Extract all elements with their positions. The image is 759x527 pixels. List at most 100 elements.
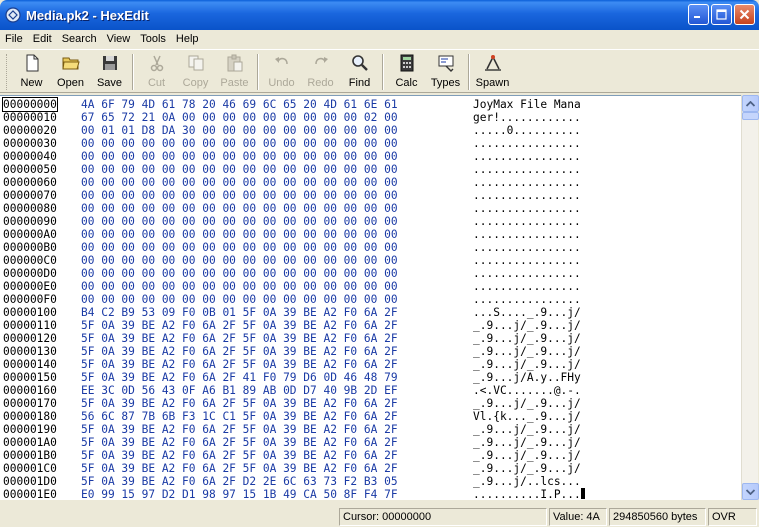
- hex-row[interactable]: 000001B0 5F 0A 39 BE A2 F0 6A 2F 5F 0A 39…: [0, 449, 741, 462]
- hex-row[interactable]: 00000040 00 00 00 00 00 00 00 00 00 00 00…: [0, 150, 741, 163]
- hex-row-bytes[interactable]: 00 00 00 00 00 00 00 00 00 00 00 00 00 0…: [81, 254, 398, 267]
- hex-row-ascii[interactable]: ................: [473, 241, 581, 254]
- hex-row[interactable]: 000000A0 00 00 00 00 00 00 00 00 00 00 00…: [0, 228, 741, 241]
- hex-row-ascii[interactable]: ................: [473, 202, 581, 215]
- hex-row-ascii[interactable]: .<.VC.......@.-.: [473, 384, 581, 397]
- hex-view[interactable]: 00000000 4A 6F 79 4D 61 78 20 46 69 6C 65…: [0, 95, 741, 500]
- hex-row[interactable]: 00000170 5F 0A 39 BE A2 F0 6A 2F 5F 0A 39…: [0, 397, 741, 410]
- hex-row[interactable]: 00000190 5F 0A 39 BE A2 F0 6A 2F 5F 0A 39…: [0, 423, 741, 436]
- hex-row-bytes[interactable]: E0 99 15 97 D2 D1 98 97 15 1B 49 CA 50 8…: [81, 488, 398, 500]
- hex-row-bytes[interactable]: 5F 0A 39 BE A2 F0 6A 2F 41 F0 79 D6 0D 4…: [81, 371, 398, 384]
- hex-row-bytes[interactable]: 5F 0A 39 BE A2 F0 6A 2F 5F 0A 39 BE A2 F…: [81, 397, 398, 410]
- cut-button[interactable]: Cut: [137, 50, 176, 92]
- hex-row-bytes[interactable]: 5F 0A 39 BE A2 F0 6A 2F 5F 0A 39 BE A2 F…: [81, 436, 398, 449]
- hex-row[interactable]: 000000F0 00 00 00 00 00 00 00 00 00 00 00…: [0, 293, 741, 306]
- hex-row-bytes[interactable]: 5F 0A 39 BE A2 F0 6A 2F D2 2E 6C 63 73 F…: [81, 475, 398, 488]
- save-button[interactable]: Save: [90, 50, 129, 92]
- hex-row-ascii[interactable]: ................: [473, 137, 581, 150]
- hex-row[interactable]: 000000B0 00 00 00 00 00 00 00 00 00 00 00…: [0, 241, 741, 254]
- hex-row[interactable]: 000001E0 E0 99 15 97 D2 D1 98 97 15 1B 49…: [0, 488, 741, 500]
- spawn-button[interactable]: Spawn: [473, 50, 512, 92]
- copy-button[interactable]: Copy: [176, 50, 215, 92]
- hex-row-ascii[interactable]: _.9...j/_.9...j/: [473, 462, 581, 475]
- hex-row-bytes[interactable]: 00 00 00 00 00 00 00 00 00 00 00 00 00 0…: [81, 176, 398, 189]
- hex-row-bytes[interactable]: 5F 0A 39 BE A2 F0 6A 2F 5F 0A 39 BE A2 F…: [81, 332, 398, 345]
- hex-row-bytes[interactable]: B4 C2 B9 53 09 F0 0B 01 5F 0A 39 BE A2 F…: [81, 306, 398, 319]
- hex-row-bytes[interactable]: 00 00 00 00 00 00 00 00 00 00 00 00 00 0…: [81, 241, 398, 254]
- hex-row[interactable]: 00000070 00 00 00 00 00 00 00 00 00 00 00…: [0, 189, 741, 202]
- open-button[interactable]: Open: [51, 50, 90, 92]
- minimize-button[interactable]: [688, 4, 709, 25]
- hex-row-ascii[interactable]: ..........I.P...: [473, 488, 585, 500]
- hex-row[interactable]: 00000050 00 00 00 00 00 00 00 00 00 00 00…: [0, 163, 741, 176]
- menu-file[interactable]: File: [0, 30, 28, 48]
- hex-row[interactable]: 000001A0 5F 0A 39 BE A2 F0 6A 2F 5F 0A 39…: [0, 436, 741, 449]
- hex-row[interactable]: 00000140 5F 0A 39 BE A2 F0 6A 2F 5F 0A 39…: [0, 358, 741, 371]
- hex-row-ascii[interactable]: ................: [473, 215, 581, 228]
- undo-button[interactable]: Undo: [262, 50, 301, 92]
- hex-row[interactable]: 000000D0 00 00 00 00 00 00 00 00 00 00 00…: [0, 267, 741, 280]
- hex-row-ascii[interactable]: Vl.{k..._.9...j/: [473, 410, 581, 423]
- hex-row[interactable]: 00000100 B4 C2 B9 53 09 F0 0B 01 5F 0A 39…: [0, 306, 741, 319]
- hex-row-ascii[interactable]: ...S...._.9...j/: [473, 306, 581, 319]
- hex-row[interactable]: 000001D0 5F 0A 39 BE A2 F0 6A 2F D2 2E 6C…: [0, 475, 741, 488]
- hex-row-bytes[interactable]: 5F 0A 39 BE A2 F0 6A 2F 5F 0A 39 BE A2 F…: [81, 462, 398, 475]
- new-button[interactable]: New: [12, 50, 51, 92]
- hex-row-ascii[interactable]: _.9...j/_.9...j/: [473, 423, 581, 436]
- hex-row[interactable]: 00000090 00 00 00 00 00 00 00 00 00 00 00…: [0, 215, 741, 228]
- hex-row-ascii[interactable]: _.9...j/_.9...j/: [473, 332, 581, 345]
- menu-edit[interactable]: Edit: [28, 30, 57, 48]
- hex-row[interactable]: 00000080 00 00 00 00 00 00 00 00 00 00 00…: [0, 202, 741, 215]
- hex-row-ascii[interactable]: _.9...j/A.y..FHy: [473, 371, 581, 384]
- hex-row-bytes[interactable]: 5F 0A 39 BE A2 F0 6A 2F 5F 0A 39 BE A2 F…: [81, 423, 398, 436]
- hex-row-bytes[interactable]: 00 01 01 D8 DA 30 00 00 00 00 00 00 00 0…: [81, 124, 398, 137]
- hex-row-ascii[interactable]: _.9...j/_.9...j/: [473, 358, 581, 371]
- hex-row[interactable]: 00000030 00 00 00 00 00 00 00 00 00 00 00…: [0, 137, 741, 150]
- scroll-down-button[interactable]: [742, 483, 759, 500]
- hex-row-bytes[interactable]: 00 00 00 00 00 00 00 00 00 00 00 00 00 0…: [81, 267, 398, 280]
- hex-row-ascii[interactable]: _.9...j/..lcs...: [473, 475, 581, 488]
- hex-row-bytes[interactable]: 00 00 00 00 00 00 00 00 00 00 00 00 00 0…: [81, 163, 398, 176]
- hex-row-ascii[interactable]: ger!............: [473, 111, 581, 124]
- vertical-scrollbar[interactable]: [741, 95, 759, 500]
- hex-row[interactable]: 000001C0 5F 0A 39 BE A2 F0 6A 2F 5F 0A 39…: [0, 462, 741, 475]
- hex-row-bytes[interactable]: 00 00 00 00 00 00 00 00 00 00 00 00 00 0…: [81, 202, 398, 215]
- scroll-thumb[interactable]: [742, 112, 759, 120]
- hex-row[interactable]: 00000150 5F 0A 39 BE A2 F0 6A 2F 41 F0 79…: [0, 371, 741, 384]
- paste-button[interactable]: Paste: [215, 50, 254, 92]
- hex-row-ascii[interactable]: ................: [473, 293, 581, 306]
- hex-row-ascii[interactable]: ................: [473, 150, 581, 163]
- hex-row-bytes[interactable]: 67 65 72 21 0A 00 00 00 00 00 00 00 00 0…: [81, 111, 398, 124]
- hex-row-ascii[interactable]: .....0..........: [473, 124, 581, 137]
- hex-row-ascii[interactable]: ................: [473, 189, 581, 202]
- hex-row-bytes[interactable]: 4A 6F 79 4D 61 78 20 46 69 6C 65 20 4D 6…: [81, 98, 398, 111]
- hex-row[interactable]: 000000E0 00 00 00 00 00 00 00 00 00 00 00…: [0, 280, 741, 293]
- hex-row[interactable]: 00000180 56 6C 87 7B 6B F3 1C C1 5F 0A 39…: [0, 410, 741, 423]
- hex-row-ascii[interactable]: ................: [473, 254, 581, 267]
- menu-tools[interactable]: Tools: [135, 30, 171, 48]
- hex-row-ascii[interactable]: ................: [473, 176, 581, 189]
- menu-search[interactable]: Search: [57, 30, 102, 48]
- toolbar-grip[interactable]: [6, 54, 9, 90]
- menu-help[interactable]: Help: [171, 30, 204, 48]
- close-button[interactable]: [734, 4, 755, 25]
- hex-row[interactable]: 00000110 5F 0A 39 BE A2 F0 6A 2F 5F 0A 39…: [0, 319, 741, 332]
- hex-row[interactable]: 00000020 00 01 01 D8 DA 30 00 00 00 00 00…: [0, 124, 741, 137]
- hex-row[interactable]: 00000010 67 65 72 21 0A 00 00 00 00 00 00…: [0, 111, 741, 124]
- hex-row-ascii[interactable]: ................: [473, 280, 581, 293]
- scroll-up-button[interactable]: [742, 95, 759, 112]
- hex-row-ascii[interactable]: ................: [473, 163, 581, 176]
- hex-row-ascii[interactable]: _.9...j/_.9...j/: [473, 319, 581, 332]
- hex-row[interactable]: 00000000 4A 6F 79 4D 61 78 20 46 69 6C 65…: [0, 97, 741, 112]
- hex-row-bytes[interactable]: 5F 0A 39 BE A2 F0 6A 2F 5F 0A 39 BE A2 F…: [81, 345, 398, 358]
- hex-row[interactable]: 00000130 5F 0A 39 BE A2 F0 6A 2F 5F 0A 39…: [0, 345, 741, 358]
- hex-row-bytes[interactable]: 00 00 00 00 00 00 00 00 00 00 00 00 00 0…: [81, 150, 398, 163]
- hex-row[interactable]: 000000C0 00 00 00 00 00 00 00 00 00 00 00…: [0, 254, 741, 267]
- hex-row-bytes[interactable]: 00 00 00 00 00 00 00 00 00 00 00 00 00 0…: [81, 137, 398, 150]
- hex-row-bytes[interactable]: 00 00 00 00 00 00 00 00 00 00 00 00 00 0…: [81, 280, 398, 293]
- hex-row-bytes[interactable]: 5F 0A 39 BE A2 F0 6A 2F 5F 0A 39 BE A2 F…: [81, 358, 398, 371]
- hex-row-ascii[interactable]: _.9...j/_.9...j/: [473, 436, 581, 449]
- hex-row-ascii[interactable]: ................: [473, 267, 581, 280]
- hex-row-bytes[interactable]: 00 00 00 00 00 00 00 00 00 00 00 00 00 0…: [81, 215, 398, 228]
- hex-row-bytes[interactable]: 5F 0A 39 BE A2 F0 6A 2F 5F 0A 39 BE A2 F…: [81, 449, 398, 462]
